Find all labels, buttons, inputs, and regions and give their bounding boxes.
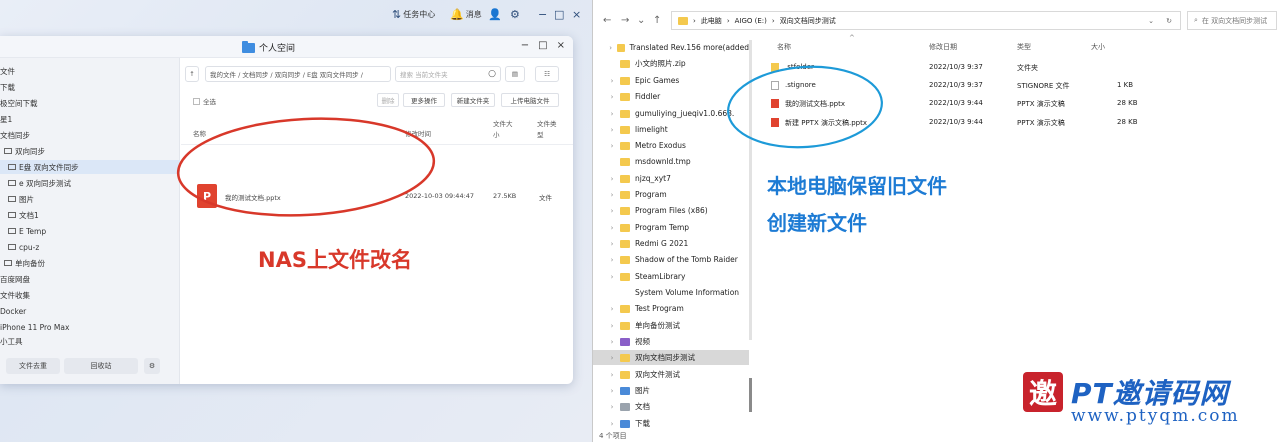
nas-desktop: ⇅ 任务中心 🔔 消息 👤 ⚙ − □ × 个人空间 − □ × 文件 下载 极… [0,0,592,442]
annotation-rename: NAS上文件改名 [258,248,412,272]
annotation-keep-old: 本地电脑保留旧文件 [767,174,947,198]
red-annotation-circle [176,117,436,217]
watermark-url: www.ptyqm.com [1071,406,1240,426]
status-bar-count: 4 个项目 [599,432,627,440]
watermark-logo: 邀 PT邀请码网 www.ptyqm.com [1023,372,1263,432]
annotation-create-new: 创建新文件 [767,211,867,235]
file-explorer-window: ← → ⌄ ↑ › 此电脑 › AIGO (E:) › 双向文档同步测试 ⌄ ↻… [592,0,1280,442]
seal-icon: 邀 [1023,372,1063,412]
